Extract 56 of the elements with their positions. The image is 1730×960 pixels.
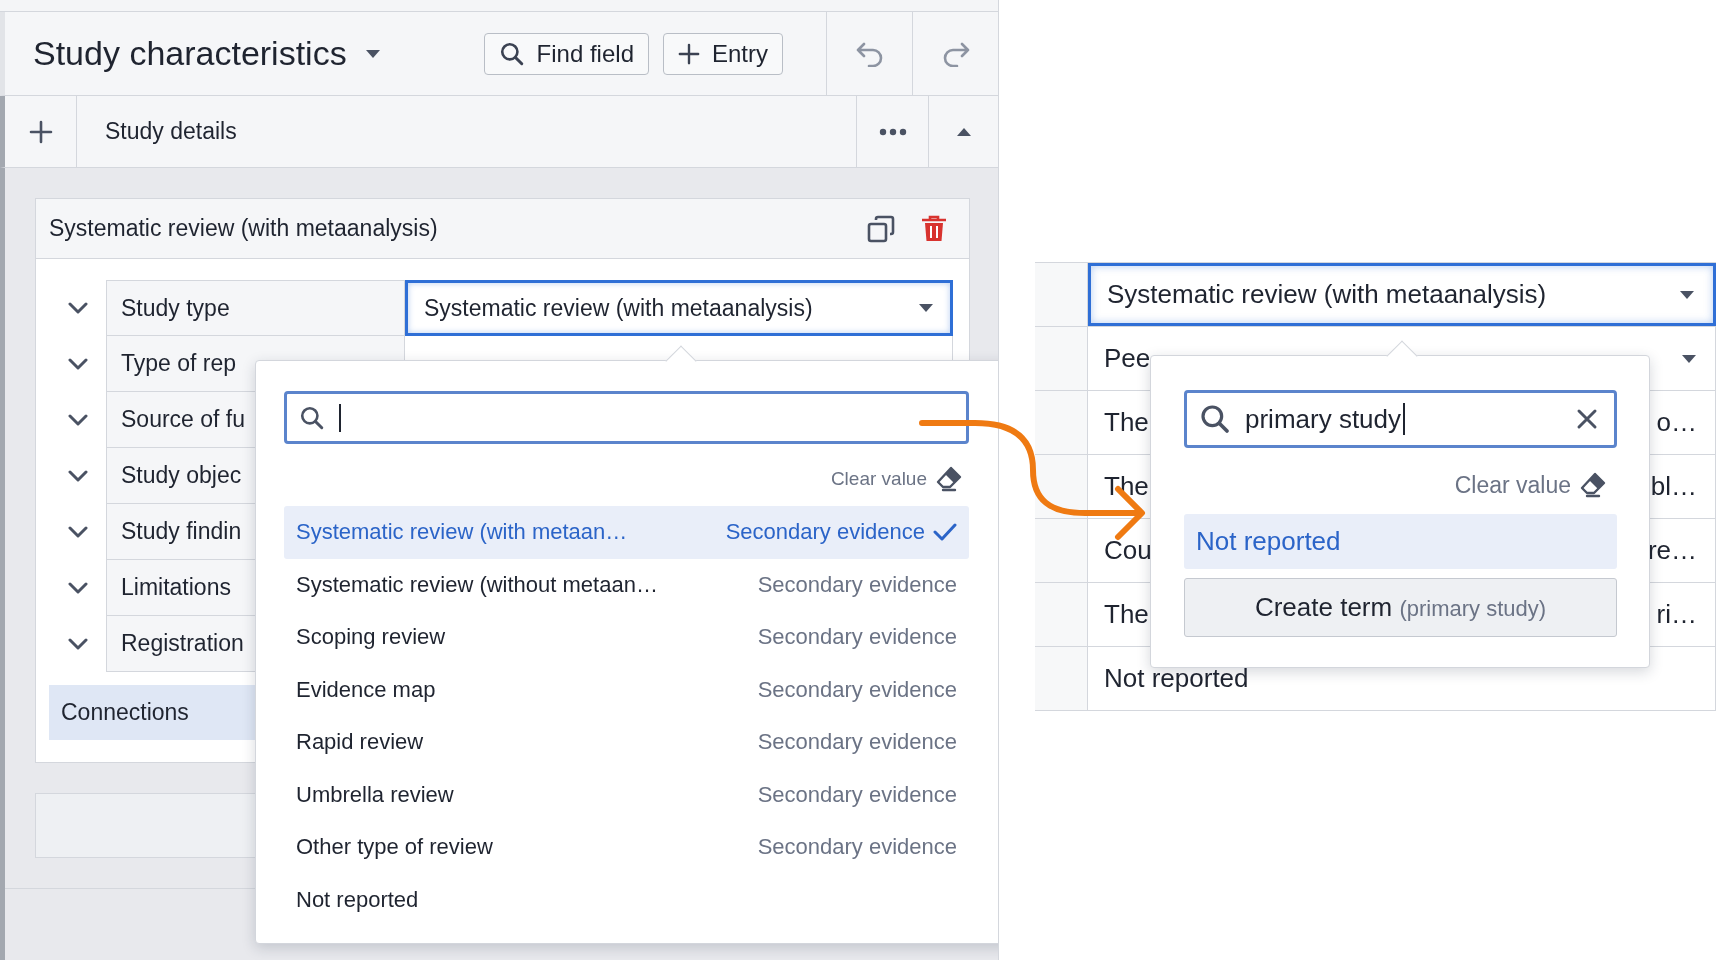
dropdown-arrow-icon — [1681, 353, 1697, 364]
option-item[interactable]: Umbrella review Secondary evidence — [284, 768, 969, 821]
search-icon — [299, 404, 325, 431]
text-cursor — [339, 403, 341, 432]
cell-text: o… — [1656, 407, 1697, 438]
cell-text: ri… — [1656, 599, 1697, 630]
eraser-icon — [1579, 471, 1607, 499]
chevron-down-icon[interactable] — [67, 358, 88, 370]
select-field[interactable]: Systematic review (with metaanalysis) — [405, 280, 953, 336]
cell-text: re… — [1647, 535, 1697, 566]
text-cursor — [1403, 403, 1406, 435]
cell-text: Cou — [1104, 535, 1152, 566]
clear-value-link[interactable]: Clear value — [830, 468, 927, 490]
chevron-down-icon[interactable] — [67, 414, 88, 426]
clear-value-link[interactable]: Clear value — [1454, 471, 1571, 499]
search-icon — [498, 40, 525, 67]
search-field[interactable]: primary study — [1184, 390, 1617, 448]
chevron-down-icon[interactable] — [67, 526, 88, 538]
dropdown-arrow-icon — [1679, 289, 1695, 300]
search-icon — [1199, 403, 1231, 435]
plus-icon — [678, 42, 700, 65]
option-item[interactable]: Not reported — [1184, 514, 1617, 569]
cell-text: The — [1104, 599, 1149, 630]
check-icon — [933, 522, 957, 543]
chevron-down-icon[interactable] — [67, 582, 88, 594]
add-entry-button[interactable]: Entry — [663, 32, 783, 75]
chevron-down-icon[interactable] — [67, 302, 88, 314]
chevron-down-icon[interactable] — [67, 470, 88, 482]
cell-text: The — [1104, 407, 1149, 438]
collapse-icon[interactable] — [955, 126, 972, 137]
trash-icon[interactable] — [921, 214, 947, 243]
connections-tab[interactable]: Connections — [61, 699, 189, 726]
dropdown-arrow-icon — [364, 48, 381, 59]
find-field-button[interactable]: Find field — [483, 32, 649, 75]
undo-icon[interactable] — [854, 40, 885, 67]
eraser-icon — [935, 465, 963, 493]
field-label: Study type — [106, 280, 405, 336]
option-item[interactable]: Not reported — [284, 873, 969, 926]
card-title: Systematic review (with metaanalysis) — [49, 215, 439, 242]
select-field[interactable]: Systematic review (with metaanalysis) — [1088, 263, 1716, 326]
cell-text: Not reported — [1104, 663, 1249, 694]
page-title[interactable]: Study characteristics — [33, 34, 347, 73]
add-icon[interactable] — [28, 119, 53, 144]
close-icon[interactable] — [1576, 408, 1598, 430]
copy-icon[interactable] — [867, 214, 895, 243]
search-field[interactable] — [284, 391, 969, 444]
create-term-button[interactable]: Create term (primary study) — [1184, 578, 1617, 637]
cell-text: bl… — [1650, 471, 1697, 502]
dropdown-arrow-icon — [918, 303, 934, 313]
option-item[interactable]: Rapid review Secondary evidence — [284, 716, 969, 769]
more-icon[interactable] — [878, 127, 907, 136]
option-item[interactable]: Other type of review Secondary evidence — [284, 821, 969, 874]
option-item[interactable]: Systematic review (with metaan… Secondary evidence — [284, 506, 969, 559]
chevron-down-icon[interactable] — [67, 638, 88, 650]
cell-text: The — [1104, 471, 1149, 502]
section-title: Study details — [105, 118, 237, 145]
